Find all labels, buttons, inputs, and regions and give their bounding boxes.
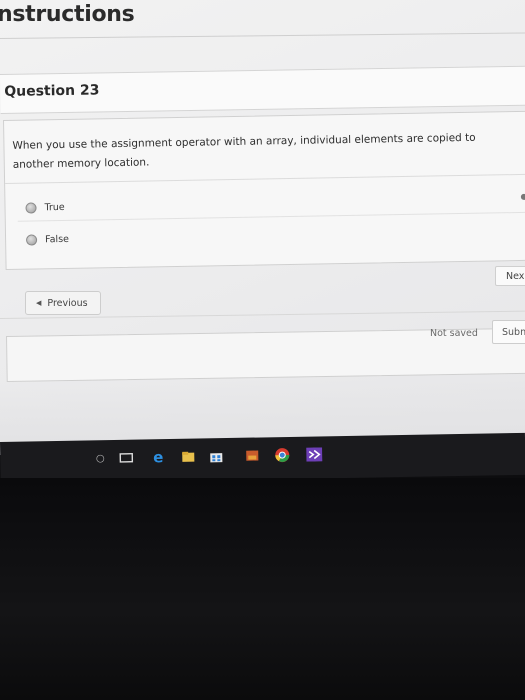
edge-browser-icon[interactable]: e (150, 448, 166, 466)
search-icon[interactable]: ○ (92, 450, 108, 466)
photos-icon[interactable] (244, 447, 260, 463)
option-true[interactable]: True (25, 201, 65, 214)
question-text: When you use the assignment operator wit… (12, 131, 476, 171)
answers-divider (5, 173, 525, 184)
question-header: Question 23 (0, 65, 525, 114)
radio-true[interactable] (25, 202, 37, 214)
previous-button-label: Previous (47, 297, 88, 309)
screen: nstructions Question 23 When you use the… (0, 0, 525, 455)
radio-false[interactable] (26, 234, 38, 246)
question-body: When you use the assignment operator wit… (3, 110, 525, 270)
task-view-icon[interactable] (118, 450, 134, 466)
taskbar: ○ e (0, 432, 525, 484)
chevron-left-icon: ◀ (36, 299, 42, 307)
file-explorer-icon[interactable] (180, 449, 196, 465)
option-false[interactable]: False (26, 234, 69, 246)
save-status: Not saved (430, 328, 478, 339)
submit-button[interactable]: Subn (492, 320, 525, 344)
page-title: nstructions (0, 2, 135, 27)
next-button[interactable]: Nex (495, 266, 525, 286)
question-number: Question 23 (4, 82, 100, 100)
previous-button[interactable]: ◀ Previous (25, 291, 101, 315)
visual-studio-icon[interactable] (306, 446, 323, 462)
store-icon[interactable] (208, 448, 224, 464)
options-divider (17, 211, 525, 222)
chrome-icon[interactable] (274, 447, 290, 463)
option-true-label: True (44, 201, 65, 214)
option-false-label: False (45, 233, 70, 246)
title-divider (0, 32, 525, 39)
flag-icon[interactable]: ● (520, 192, 525, 201)
laptop-bezel (0, 478, 525, 700)
